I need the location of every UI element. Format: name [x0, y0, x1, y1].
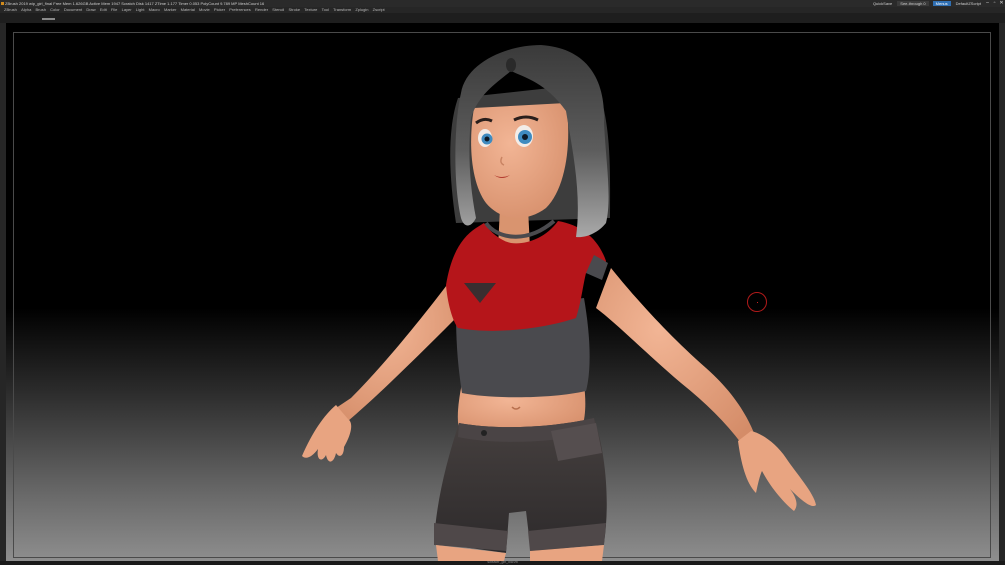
menus-toggle[interactable]: Menus [932, 1, 951, 6]
document-canvas[interactable] [6, 23, 999, 561]
bottom-status-bar: sweater_girl_low.ztl [0, 560, 1005, 565]
title-bar-controls: QuickSave See-through 0 Menus DefaultZSc… [870, 0, 1005, 7]
hair-clip [506, 58, 516, 72]
title-bar: ZBrush 2019 wip_girl_final Free Mem 1.62… [0, 0, 1005, 7]
see-through-slider[interactable]: See-through 0 [897, 1, 929, 6]
legs [436, 545, 604, 561]
close-icon[interactable]: ✕ [998, 0, 1005, 7]
window-title: ZBrush 2019 wip_girl_final Free Mem 1.62… [5, 1, 265, 6]
right-arm [596, 268, 754, 443]
left-arm [336, 273, 461, 421]
shorts-button [481, 430, 487, 436]
default-script-button[interactable]: DefaultZScript [956, 0, 981, 7]
right-tray[interactable] [999, 23, 1005, 565]
quicksave-button[interactable]: QuickSave [873, 0, 892, 7]
maximize-icon[interactable]: ▫ [991, 0, 998, 7]
brush-cursor-icon [747, 292, 767, 312]
minimize-icon[interactable]: – [984, 0, 991, 7]
3d-character-model[interactable] [6, 23, 999, 561]
status-text: sweater_girl_low.ztl [487, 560, 518, 564]
right-pupil [522, 134, 528, 140]
top-shelf [0, 13, 1005, 23]
brush-center-dot [757, 302, 758, 303]
right-hand [738, 431, 816, 511]
zbrush-logo-icon [1, 2, 4, 5]
shelf-tab-indicator[interactable] [42, 18, 55, 20]
left-pupil [484, 136, 490, 142]
